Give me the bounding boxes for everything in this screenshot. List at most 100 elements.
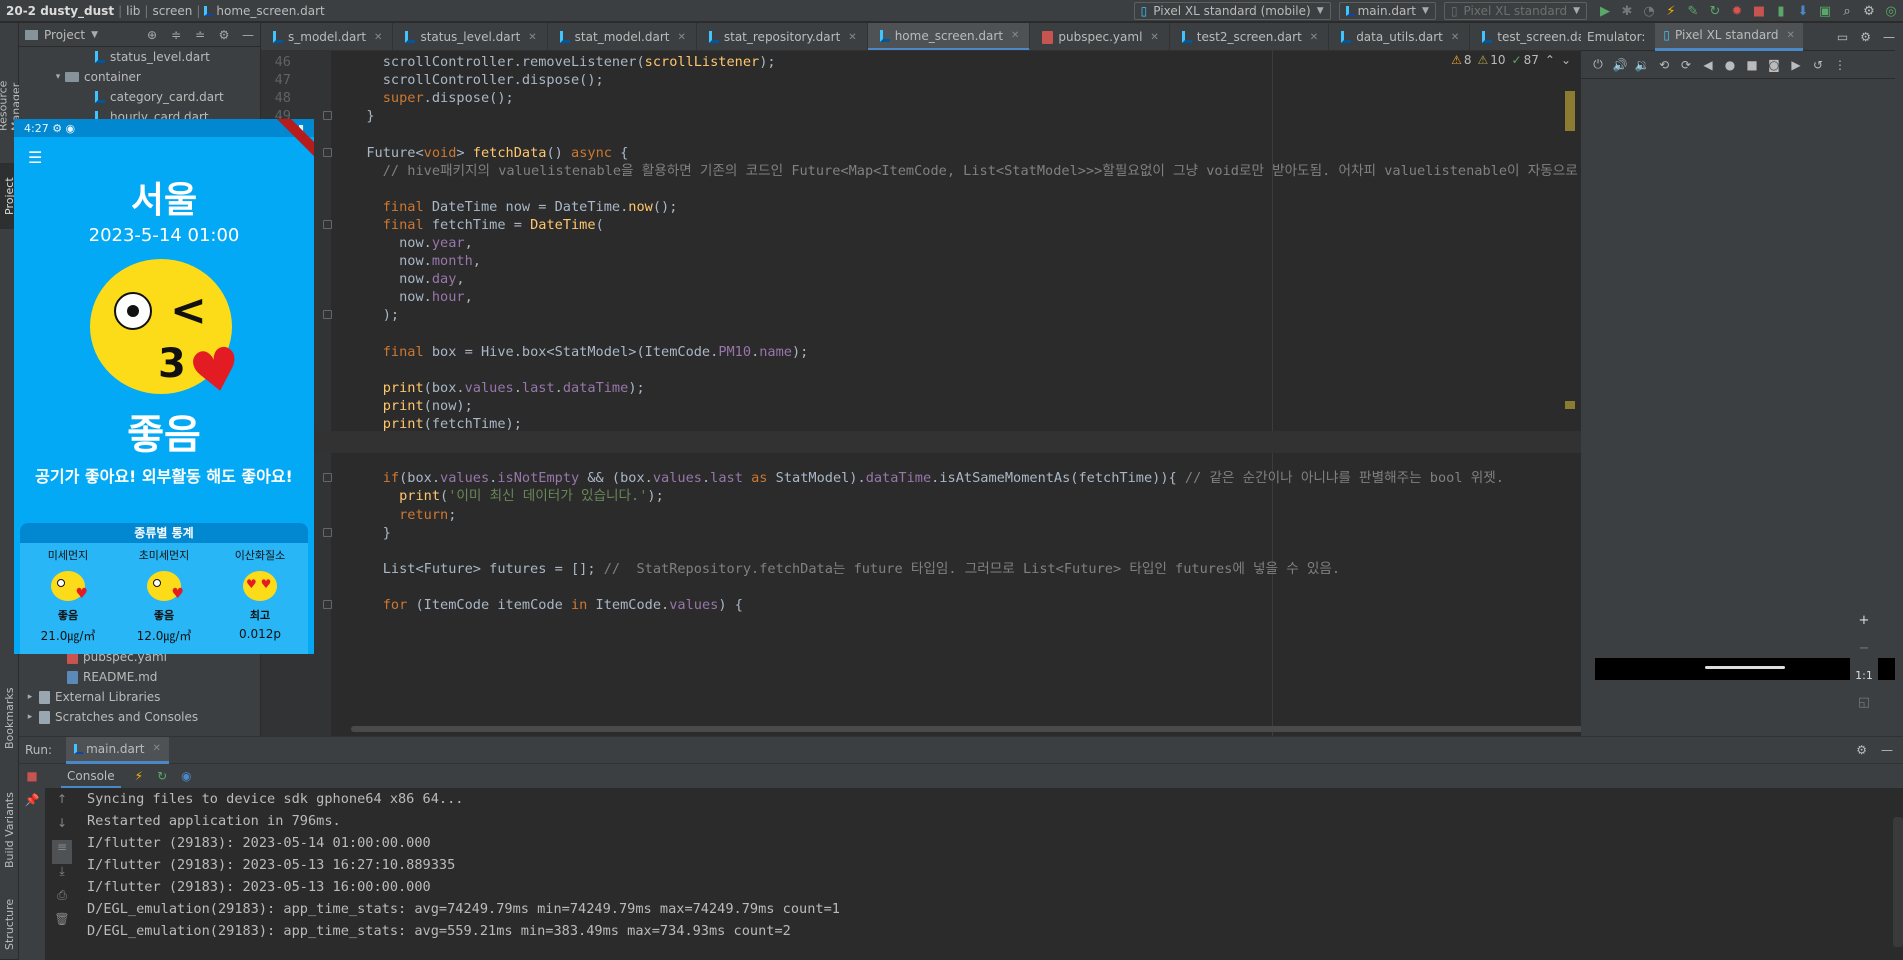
editor-tab[interactable]: test2_screen.dart ✕ bbox=[1170, 23, 1330, 50]
close-icon[interactable]: ✕ bbox=[1787, 30, 1795, 41]
minimize-icon[interactable]: — bbox=[1883, 30, 1895, 44]
editor-tab[interactable]: s_model.dart ✕ bbox=[261, 23, 394, 50]
project-tree-item[interactable]: README.md bbox=[19, 667, 260, 687]
chevron-down-icon[interactable]: ⌄ bbox=[1561, 53, 1571, 67]
hot-restart-icon[interactable]: ↻ bbox=[157, 769, 167, 783]
expand-all-icon[interactable]: ≑ bbox=[164, 28, 188, 42]
gear-icon[interactable]: ⚙ bbox=[1860, 30, 1871, 44]
chevron-down-icon[interactable]: ▼ bbox=[91, 30, 98, 40]
layout-icon[interactable]: ▭ bbox=[1837, 30, 1848, 44]
screenshot-icon[interactable]: ◙ bbox=[1763, 58, 1785, 72]
zoom-fit-icon[interactable]: ◱ bbox=[1858, 695, 1870, 710]
settings-icon[interactable]: ⚙ bbox=[1859, 2, 1879, 20]
resource-manager-tab[interactable]: Resource Manager bbox=[0, 31, 23, 131]
chevron-up-icon[interactable]: ⌃ bbox=[1545, 53, 1555, 67]
run-icon[interactable]: ▶ bbox=[1595, 2, 1615, 20]
close-icon[interactable]: ✕ bbox=[677, 32, 685, 43]
hot-reload-icon[interactable]: ⚡ bbox=[135, 769, 143, 783]
overview-icon[interactable]: ■ bbox=[1741, 58, 1763, 72]
project-tree-item[interactable]: category_card.dart bbox=[19, 87, 260, 107]
project-tree-item[interactable]: status_level.dart bbox=[19, 47, 260, 67]
project-tree-item[interactable]: ▸ External Libraries bbox=[19, 687, 260, 707]
ide-update-icon[interactable]: ◎ bbox=[1881, 2, 1901, 20]
more-icon[interactable]: ⋮ bbox=[1829, 58, 1851, 72]
scroll-up-icon[interactable]: ↑ bbox=[57, 792, 67, 816]
fold-marker-icon[interactable] bbox=[323, 219, 332, 229]
zoom-out-button[interactable]: − bbox=[1859, 641, 1870, 656]
minimize-icon[interactable]: — bbox=[236, 28, 260, 42]
console-tab[interactable]: Console bbox=[61, 764, 121, 788]
minimize-icon[interactable]: — bbox=[1881, 743, 1893, 757]
search-icon[interactable]: ⌕ bbox=[1837, 2, 1857, 20]
rotate-right-icon[interactable]: ⟳ bbox=[1675, 58, 1697, 72]
hot-reload-icon[interactable]: ⚡ bbox=[1661, 2, 1681, 20]
attach-debugger-icon[interactable]: ✎ bbox=[1683, 2, 1703, 20]
fold-marker-icon[interactable] bbox=[323, 310, 332, 320]
record-icon[interactable]: ▶ bbox=[1785, 58, 1807, 72]
scroll-down-icon[interactable]: ↓ bbox=[57, 816, 67, 840]
trash-icon[interactable]: 🗑 bbox=[54, 912, 69, 936]
sdk-manager-icon[interactable]: ⬇ bbox=[1793, 2, 1813, 20]
collapse-all-icon[interactable]: ≐ bbox=[188, 28, 212, 42]
build-variants-tab[interactable]: Build Variants bbox=[0, 783, 19, 878]
print-icon[interactable]: ⎙ bbox=[57, 888, 67, 912]
home-icon[interactable]: ● bbox=[1719, 58, 1741, 72]
pin-icon[interactable]: 📌 bbox=[25, 788, 40, 812]
console-output[interactable]: Syncing files to device sdk gphone64 x86… bbox=[87, 788, 1887, 960]
snapshot-icon[interactable]: ↺ bbox=[1807, 58, 1829, 72]
close-icon[interactable]: ✕ bbox=[1011, 30, 1019, 41]
stop-icon[interactable]: ■ bbox=[1749, 2, 1769, 20]
devtools-icon[interactable]: ◉ bbox=[181, 769, 191, 783]
chevron-right-icon[interactable]: ▸ bbox=[23, 712, 37, 722]
volume-up-icon[interactable]: 🔊 bbox=[1609, 58, 1631, 72]
fold-marker-icon[interactable] bbox=[323, 473, 332, 483]
profile-icon[interactable]: ◔ bbox=[1639, 2, 1659, 20]
breadcrumb-screen[interactable]: screen bbox=[152, 4, 192, 18]
breadcrumb-project[interactable]: 20-2 dusty_dust bbox=[6, 4, 114, 18]
editor-tab[interactable]: test_screen.dart✕ bbox=[1470, 23, 1581, 50]
power-icon[interactable]: ⏻ bbox=[1587, 57, 1609, 72]
hot-restart-icon[interactable]: ↻ bbox=[1705, 2, 1725, 20]
code-line[interactable]: 76 for (ItemCode itemCode in ItemCode.va… bbox=[261, 594, 1581, 616]
project-tree-item[interactable]: ▸ Scratches and Consoles bbox=[19, 707, 260, 727]
emulator-screen[interactable]: 4:27 ⚙ ◉▾ ▮ ☰ 서울 2023-5-14 01:00 < 3 ♥ 좋… bbox=[14, 119, 314, 654]
device-manager-icon[interactable]: ▮ bbox=[1771, 2, 1791, 20]
volume-down-icon[interactable]: 🔉 bbox=[1631, 58, 1653, 72]
fold-marker-icon[interactable] bbox=[323, 111, 332, 121]
gear-icon[interactable]: ⚙ bbox=[1856, 743, 1867, 757]
close-icon[interactable]: ✕ bbox=[374, 32, 382, 43]
console-scrollbar[interactable] bbox=[1893, 817, 1903, 947]
avd-selector[interactable]: ▯ Pixel XL standard ▼ bbox=[1443, 2, 1587, 20]
debug-icon[interactable]: ✱ bbox=[1617, 2, 1637, 20]
zoom-actual-size-button[interactable]: 1:1 bbox=[1855, 669, 1873, 682]
stop-icon[interactable]: ■ bbox=[26, 764, 37, 788]
run-config-tab[interactable]: main.dart ✕ bbox=[66, 736, 169, 764]
emulator-device-tab[interactable]: ▯ Pixel XL standard ✕ bbox=[1655, 22, 1803, 51]
horizontal-scrollbar[interactable] bbox=[351, 726, 1581, 732]
back-icon[interactable]: ◀ bbox=[1697, 58, 1719, 72]
editor-tab[interactable]: stat_repository.dart ✕ bbox=[697, 23, 868, 50]
fold-marker-icon[interactable] bbox=[323, 527, 332, 537]
bookmarks-tab[interactable]: Bookmarks bbox=[0, 683, 19, 753]
scroll-to-end-icon[interactable]: ⤓ bbox=[59, 864, 64, 888]
close-icon[interactable]: ✕ bbox=[1451, 32, 1459, 43]
locate-icon[interactable]: ⊕ bbox=[140, 28, 164, 42]
close-icon[interactable]: ✕ bbox=[848, 32, 856, 43]
avd-manager-icon[interactable]: ▣ bbox=[1815, 2, 1835, 20]
soft-wrap-icon[interactable]: ≡ bbox=[52, 840, 72, 864]
fold-marker-icon[interactable] bbox=[323, 600, 332, 609]
hamburger-menu-icon[interactable]: ☰ bbox=[28, 148, 42, 167]
device-selector[interactable]: ▯ Pixel XL standard (mobile) ▼ bbox=[1133, 2, 1331, 20]
chevron-right-icon[interactable]: ▸ bbox=[23, 692, 37, 702]
inspection-widget[interactable]: ⚠ 8 ⚠ 10 ✓ 87 ⌃ ⌄ bbox=[1439, 53, 1571, 67]
editor-tab[interactable]: data_utils.dart ✕ bbox=[1329, 23, 1471, 50]
run-config-selector[interactable]: main.dart ▼ bbox=[1338, 2, 1436, 20]
fold-marker-icon[interactable] bbox=[323, 147, 332, 157]
close-icon[interactable]: ✕ bbox=[1310, 32, 1318, 43]
close-icon[interactable]: ✕ bbox=[1150, 32, 1158, 43]
project-view-selector[interactable]: Project bbox=[44, 28, 85, 42]
editor-tab[interactable]: stat_model.dart ✕ bbox=[548, 23, 697, 50]
editor-tab[interactable]: status_level.dart ✕ bbox=[393, 23, 548, 50]
close-icon[interactable]: ✕ bbox=[528, 32, 536, 43]
zoom-in-button[interactable]: + bbox=[1859, 613, 1870, 628]
